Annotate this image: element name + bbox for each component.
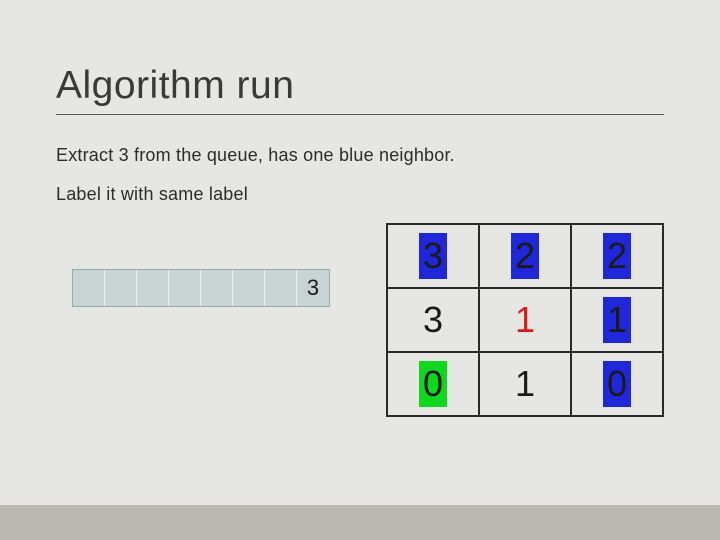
title-rule <box>56 114 664 115</box>
grid-cell: 2 <box>571 224 663 288</box>
grid-row: 0 1 0 <box>387 352 663 416</box>
queue-cell <box>265 270 297 306</box>
grid-cell: 1 <box>479 288 571 352</box>
queue: 3 <box>72 269 330 307</box>
grid-row: 3 2 2 <box>387 224 663 288</box>
grid-cell: 0 <box>571 352 663 416</box>
content-area: 3 3 2 2 3 1 1 0 1 0 <box>56 231 664 461</box>
cell-value: 3 <box>423 299 443 340</box>
body-line-1: Extract 3 from the queue, has one blue n… <box>56 145 664 166</box>
grid-cell: 1 <box>571 288 663 352</box>
grid-cell: 1 <box>479 352 571 416</box>
cell-value: 2 <box>607 235 627 276</box>
queue-cell <box>169 270 201 306</box>
slide-title: Algorithm run <box>56 64 664 114</box>
queue-cell <box>137 270 169 306</box>
slide: Algorithm run Extract 3 from the queue, … <box>0 0 720 461</box>
bottom-bar <box>0 505 720 540</box>
grid-cell: 3 <box>387 224 479 288</box>
cell-value: 1 <box>515 299 535 340</box>
queue-cell <box>201 270 233 306</box>
cell-value: 3 <box>423 235 443 276</box>
cell-value: 0 <box>607 363 627 404</box>
cell-value: 0 <box>423 363 443 404</box>
grid-cell: 3 <box>387 288 479 352</box>
body-line-2: Label it with same label <box>56 184 664 205</box>
queue-cell <box>105 270 137 306</box>
cell-value: 2 <box>515 235 535 276</box>
queue-cell <box>233 270 265 306</box>
grid-table: 3 2 2 3 1 1 0 1 0 <box>386 223 664 417</box>
grid-cell: 2 <box>479 224 571 288</box>
queue-cell <box>73 270 105 306</box>
cell-value: 1 <box>607 299 627 340</box>
grid-cell: 0 <box>387 352 479 416</box>
queue-cell: 3 <box>297 270 329 306</box>
grid-row: 3 1 1 <box>387 288 663 352</box>
cell-value: 1 <box>515 363 535 404</box>
